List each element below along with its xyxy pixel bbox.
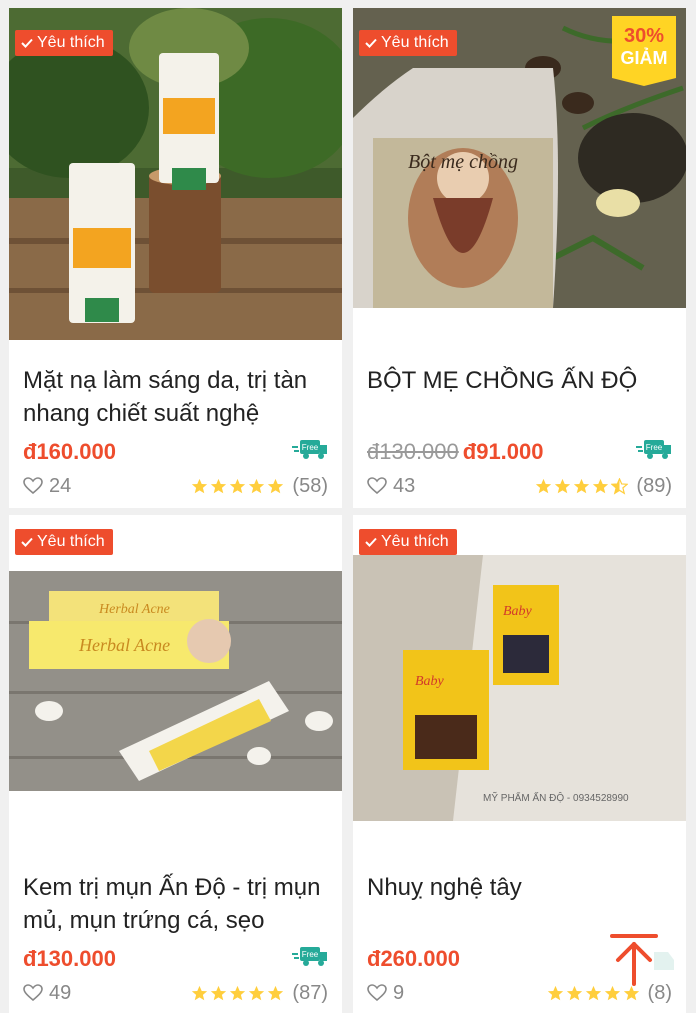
svg-text:Bột mẹ chồng: Bột mẹ chồng bbox=[408, 151, 518, 173]
svg-text:Free: Free bbox=[302, 950, 319, 959]
discount-label: GIẢM bbox=[620, 48, 668, 68]
product-price: đ260.000 bbox=[367, 946, 460, 971]
star-icon bbox=[566, 985, 582, 1000]
product-title[interactable]: BỘT MẸ CHỒNG ẤN ĐỘ bbox=[367, 364, 672, 397]
checkmark-icon bbox=[365, 38, 377, 48]
free-shipping-icon: Free bbox=[292, 947, 327, 966]
svg-text:Herbal Acne: Herbal Acne bbox=[98, 602, 170, 617]
original-price: đ130.000 bbox=[367, 439, 459, 464]
himalaya-face-pack-image bbox=[9, 8, 342, 340]
star-icon bbox=[211, 985, 227, 1000]
star-icon bbox=[574, 478, 590, 493]
star-icon bbox=[536, 478, 552, 493]
checkmark-icon bbox=[21, 38, 33, 48]
likes[interactable]: 9 bbox=[367, 982, 404, 1005]
price-row: đ130.000 đ91.000 Free bbox=[367, 436, 672, 468]
favorite-badge-label: Yêu thích bbox=[381, 34, 449, 51]
likes[interactable]: 24 bbox=[23, 475, 71, 498]
favorite-badge-label: Yêu thích bbox=[381, 533, 449, 550]
star-icon bbox=[547, 985, 563, 1000]
star-icon bbox=[555, 478, 571, 493]
star-icon bbox=[192, 985, 208, 1000]
product-image[interactable]: Herbal Acne Herbal Acne bbox=[9, 571, 342, 791]
likes[interactable]: 43 bbox=[367, 475, 415, 498]
product-title[interactable]: Mặt nạ làm sáng da, trị tàn nhang chiết … bbox=[23, 364, 328, 430]
checkmark-icon bbox=[365, 537, 377, 547]
likes-count: 9 bbox=[393, 981, 405, 1004]
discount-badge: 30% GIẢM bbox=[612, 16, 676, 86]
product-grid: Yêu thích Mặt nạ làm sáng da, trị tàn nh… bbox=[0, 0, 696, 1013]
svg-text:Herbal Acne: Herbal Acne bbox=[78, 635, 170, 655]
product-price: đ91.000 bbox=[462, 439, 544, 464]
herbal-acne-cream-image: Herbal Acne Herbal Acne bbox=[9, 571, 342, 791]
price-row: đ160.000 Free bbox=[23, 436, 328, 468]
meta-row: 49 (87) bbox=[23, 978, 328, 1008]
rating: (87) bbox=[191, 982, 328, 1005]
rating: (89) bbox=[535, 475, 672, 498]
product-title[interactable]: Nhuỵ nghệ tây bbox=[367, 871, 672, 904]
checkmark-icon bbox=[21, 537, 33, 547]
heart-icon bbox=[367, 984, 387, 1002]
star-icon bbox=[585, 985, 601, 1000]
star-icon bbox=[268, 985, 284, 1000]
product-price: đ130.000 bbox=[23, 946, 116, 971]
free-shipping-icon: Free bbox=[292, 440, 327, 459]
svg-text:Free: Free bbox=[646, 443, 663, 452]
discount-percent: 30% bbox=[623, 25, 665, 47]
price-row: đ130.000 Free bbox=[23, 943, 328, 975]
heart-icon bbox=[367, 477, 387, 495]
product-title[interactable]: Kem trị mụn Ấn Độ - trị mụn mủ, mụn trứn… bbox=[23, 871, 328, 937]
likes-count: 49 bbox=[49, 981, 72, 1004]
product-card[interactable]: Herbal Acne Herbal Acne Yêu thích Kem tr… bbox=[9, 515, 342, 1013]
product-price: đ160.000 bbox=[23, 439, 116, 464]
star-icon bbox=[593, 478, 609, 493]
svg-text:Free: Free bbox=[302, 443, 319, 452]
favorite-badge: Yêu thích bbox=[15, 529, 113, 555]
rating-count: (58) bbox=[292, 474, 328, 497]
product-image[interactable]: Baby Baby MỸ PHẨM ẤN ĐỘ - 0934528990 bbox=[353, 555, 686, 821]
star-icon bbox=[211, 478, 227, 493]
star-icon bbox=[192, 478, 208, 493]
likes[interactable]: 49 bbox=[23, 982, 71, 1005]
meta-row: 24 (58) bbox=[23, 471, 328, 501]
product-image[interactable] bbox=[9, 8, 342, 340]
heart-icon bbox=[23, 984, 43, 1002]
favorite-badge-label: Yêu thích bbox=[37, 533, 105, 550]
product-card[interactable]: Yêu thích Mặt nạ làm sáng da, trị tàn nh… bbox=[9, 8, 342, 508]
rating: (58) bbox=[191, 475, 328, 498]
scroll-to-top-button[interactable] bbox=[604, 930, 676, 990]
heart-icon bbox=[23, 477, 43, 495]
star-icon bbox=[230, 985, 246, 1000]
star-half-icon bbox=[611, 477, 629, 495]
svg-text:Baby: Baby bbox=[503, 604, 533, 619]
svg-text:Baby: Baby bbox=[415, 674, 445, 689]
star-icon bbox=[268, 478, 284, 493]
favorite-badge-label: Yêu thích bbox=[37, 34, 105, 51]
rating-count: (89) bbox=[636, 474, 672, 497]
meta-row: 43 (89) bbox=[367, 471, 672, 501]
star-icon bbox=[249, 478, 265, 493]
product-card[interactable]: Bột mẹ chồng Yêu thích 30% GIẢM BỘT MẸ C… bbox=[353, 8, 686, 508]
svg-text:MỸ PHẨM ẤN ĐỘ - 0934528990: MỸ PHẨM ẤN ĐỘ - 0934528990 bbox=[483, 791, 629, 804]
star-icon bbox=[249, 985, 265, 1000]
rating-count: (87) bbox=[292, 981, 328, 1004]
likes-count: 24 bbox=[49, 474, 72, 497]
star-icon bbox=[230, 478, 246, 493]
baby-saffron-image: Baby Baby MỸ PHẨM ẤN ĐỘ - 0934528990 bbox=[353, 555, 686, 821]
likes-count: 43 bbox=[393, 474, 416, 497]
favorite-badge: Yêu thích bbox=[359, 529, 457, 555]
free-shipping-icon: Free bbox=[636, 440, 671, 459]
favorite-badge: Yêu thích bbox=[359, 30, 457, 56]
favorite-badge: Yêu thích bbox=[15, 30, 113, 56]
